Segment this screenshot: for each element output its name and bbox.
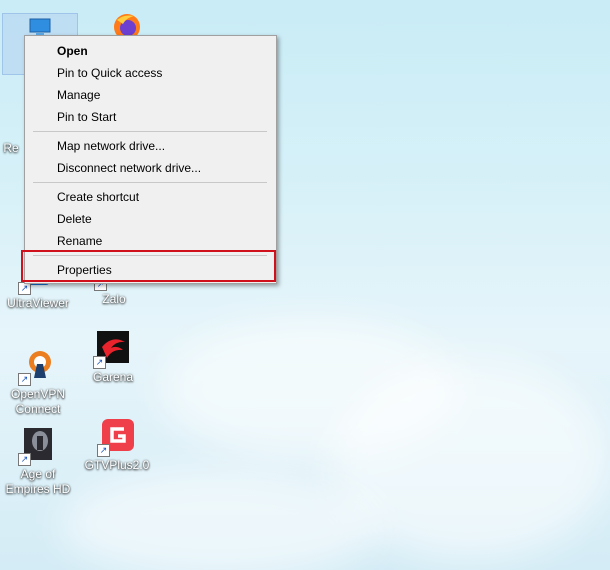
menu-item-manage[interactable]: Manage [27, 84, 274, 106]
cloud-decoration [60, 470, 380, 570]
garena-label: Garena [92, 370, 134, 384]
gtvplus-icon-item[interactable]: ↗ GTVPlus2.0 [81, 419, 153, 473]
menu-item-pin-to-start[interactable]: Pin to Start [27, 106, 274, 128]
age-of-empires-icon: ↗ [18, 428, 56, 466]
menu-separator [33, 131, 267, 132]
age-of-empires-label: Age of Empires HD [5, 467, 71, 496]
gtvplus-icon: ↗ [97, 419, 135, 457]
menu-item-open[interactable]: Open [27, 40, 274, 62]
properties-highlight-box [21, 250, 276, 282]
menu-item-create-shortcut[interactable]: Create shortcut [27, 186, 274, 208]
desktop: Re ↗ UltraViewer ↗ Zalo ↗ OpenVPN Connec… [0, 0, 610, 570]
openvpn-icon-item[interactable]: ↗ OpenVPN Connect [2, 348, 74, 417]
menu-item-delete[interactable]: Delete [27, 208, 274, 230]
openvpn-label: OpenVPN Connect [10, 387, 66, 416]
menu-item-disconnect-network-drive[interactable]: Disconnect network drive... [27, 157, 274, 179]
this-pc-icon[interactable] [28, 17, 52, 37]
garena-icon-item[interactable]: ↗ Garena [77, 331, 149, 385]
menu-item-pin-quick-access[interactable]: Pin to Quick access [27, 62, 274, 84]
openvpn-icon: ↗ [18, 348, 56, 386]
menu-separator [33, 182, 267, 183]
menu-item-map-network-drive[interactable]: Map network drive... [27, 135, 274, 157]
menu-item-rename[interactable]: Rename [27, 230, 274, 252]
garena-icon: ↗ [93, 331, 131, 369]
age-of-empires-icon-item[interactable]: ↗ Age of Empires HD [2, 428, 74, 497]
zalo-label: Zalo [102, 292, 126, 306]
context-menu: Open Pin to Quick access Manage Pin to S… [24, 35, 277, 284]
ultraviewer-label: UltraViewer [7, 296, 69, 310]
gtvplus-label: GTVPlus2.0 [84, 458, 150, 472]
